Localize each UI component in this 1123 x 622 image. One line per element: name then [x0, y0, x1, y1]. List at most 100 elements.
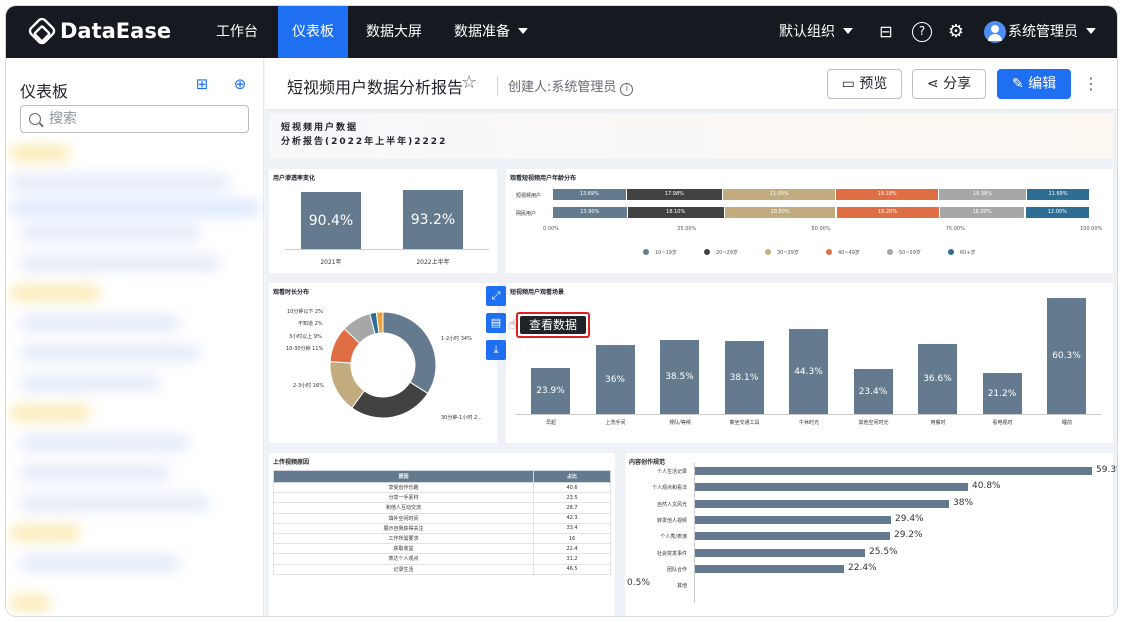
info-icon[interactable]: i — [620, 83, 634, 96]
age-segment: 20.80% — [724, 207, 836, 218]
scene-bar[interactable]: 36% — [595, 345, 635, 414]
content-bar[interactable] — [694, 532, 890, 541]
view-data-icon[interactable]: ▤ — [486, 313, 506, 333]
table-cell: 获取收益 — [272, 543, 535, 555]
content-category: 个人秀/表演 — [660, 534, 687, 541]
scene-bar-label: 44.3% — [794, 366, 823, 377]
search-icon — [29, 113, 41, 125]
reasons-panel[interactable]: 上传视频原因 原因 占比 享受创作乐趣 40.6 分享一手素材 23.5 和他人互动交流 2… — [269, 453, 615, 616]
scene-bar[interactable]: 23.9% — [531, 368, 570, 414]
content-category: 自然人文风光 — [656, 501, 687, 508]
content-value: 38% — [953, 497, 974, 508]
scene-category: 上洗手间 — [605, 420, 626, 426]
scene-bar[interactable]: 36.6% — [918, 344, 957, 414]
scene-bar[interactable]: 23.4% — [853, 369, 893, 414]
donut-slice[interactable] — [382, 311, 437, 395]
scene-bar-label: 36.6% — [923, 374, 952, 384]
age-segment: 19.18% — [836, 189, 939, 200]
download-icon[interactable]: ⤓ — [486, 340, 506, 360]
table-row[interactable]: 工作所需要求 16 — [272, 532, 611, 545]
table-row[interactable]: 表达个人观点 31.2 — [272, 553, 611, 565]
edit-button[interactable]: ✎ 编辑 — [997, 69, 1071, 99]
share-icon: ⋖ — [926, 76, 944, 92]
legend-label: 20~29岁 — [716, 250, 738, 256]
chevron-down-icon — [518, 28, 528, 34]
content-axis — [694, 463, 695, 603]
content-bar[interactable] — [694, 483, 968, 492]
content-bar[interactable] — [694, 467, 1092, 475]
scene-category: 其他空闲时光 — [858, 420, 889, 426]
scene-bar[interactable]: 60.3% — [1047, 298, 1086, 414]
dataease-logo[interactable]: DataEase — [26, 15, 178, 48]
duration-panel[interactable]: 观看时长分布 10分钟以下 2% 不知道 2% 3小时以上 9% 10-30分钟… — [269, 283, 497, 443]
view-data-tooltip: 查看数据 — [516, 312, 590, 338]
table-header[interactable]: 原因 — [272, 470, 535, 483]
table-header[interactable]: 占比 — [533, 470, 611, 483]
scene-panel[interactable]: 短视频用户观看场景 23.9% 早起 36% 上洗手间 38.5% 排队/等候 38.1% 乘… — [506, 283, 1113, 443]
age-segment: 17.98% — [626, 189, 723, 200]
legend-dot — [948, 249, 954, 255]
pie-label: 10-30分钟 11% — [286, 346, 324, 352]
nav-data-screen[interactable]: 数据大屏 — [356, 6, 432, 58]
nav-dashboard[interactable]: 仪表板 — [278, 6, 348, 58]
scene-bar[interactable]: 38.5% — [660, 340, 699, 414]
user-name: 系统管理员 — [1008, 24, 1078, 40]
logo-text: DataEase — [60, 19, 172, 43]
table-row[interactable]: 记录生活 46.5 — [272, 563, 611, 575]
expand-icon[interactable]: ⤢ — [486, 286, 506, 306]
share-button[interactable]: ⋖ 分享 — [912, 69, 986, 99]
tooltip-text: 查看数据 — [520, 316, 586, 334]
age-row-label: 网民用户 — [516, 211, 537, 217]
table-row[interactable]: 填补空闲时间 42.3 — [272, 512, 611, 524]
new-folder-icon[interactable]: ⊞ — [192, 74, 212, 94]
nav-workbench[interactable]: 工作台 — [202, 6, 272, 58]
content-value: 29.4% — [895, 513, 924, 524]
report-header-line2: 分析报告(2022年上半年)2222 — [281, 137, 448, 147]
legend-dot — [643, 249, 649, 255]
scene-axis — [516, 414, 1101, 415]
star-icon[interactable]: ☆ — [461, 72, 477, 93]
table-row[interactable]: 和他人互动交流 28.7 — [272, 502, 611, 514]
org-selector[interactable]: 默认组织 — [776, 6, 856, 58]
content-bar[interactable] — [694, 548, 865, 557]
table-cell: 33.4 — [533, 522, 611, 534]
settings-icon[interactable]: ⚙ — [946, 22, 966, 42]
avatar[interactable] — [984, 21, 1006, 43]
table-cell: 工作所需要求 — [272, 532, 535, 545]
kpi-bar: 90.4% — [301, 192, 361, 250]
table-row[interactable]: 享受创作乐趣 40.6 — [272, 481, 611, 494]
search-box[interactable] — [20, 105, 249, 133]
age-legend-item: 40~49岁 — [826, 249, 860, 256]
scene-bar[interactable]: 38.1% — [724, 341, 764, 414]
age-panel[interactable]: 观看短视频用户年龄分布 短视频用户 13.69% 17.98% 21.00% 19.18… — [506, 169, 1113, 273]
legend-dot — [826, 249, 832, 255]
age-tick: 25.00% — [677, 226, 697, 232]
table-row[interactable]: 展示自我获得关注 33.4 — [272, 522, 611, 534]
search-input[interactable] — [49, 109, 239, 129]
age-legend-item: 50~59岁 — [887, 249, 921, 256]
chart-toolbox: ⤢ ▤ ⤓ — [486, 286, 506, 362]
table-row[interactable]: 获取收益 22.4 — [272, 543, 611, 555]
donut-slice[interactable] — [351, 381, 429, 419]
sidebar: 仪表板 ⊞ ⊕ — [6, 58, 264, 616]
table-row[interactable]: 分享一手素材 23.5 — [272, 492, 611, 504]
nav-data-prep[interactable]: 数据准备 — [446, 6, 536, 58]
table-cell: 46.5 — [533, 563, 611, 575]
scene-category: 用餐时 — [930, 420, 946, 426]
content-bar[interactable] — [694, 564, 844, 573]
more-icon[interactable]: ⋮ — [1083, 74, 1099, 93]
user-menu[interactable]: 系统管理员 — [1008, 6, 1098, 58]
pie-label: 30分钟-1小时 2... — [441, 415, 482, 421]
scene-bar[interactable]: 44.3% — [789, 329, 828, 414]
age-tick: 0.00% — [543, 226, 559, 232]
kpi-panel[interactable]: 用户渗透率变化 90.4% 2021年 93.2% 2022上半年 — [269, 169, 497, 273]
content-bar[interactable] — [694, 515, 891, 524]
new-dashboard-icon[interactable]: ⊕ — [230, 74, 250, 94]
content-panel[interactable]: 内容创作规范 个人生活记录 59.3% 个人观点和看法 40.8% 自然人文风光 38% 转… — [625, 453, 1117, 616]
content-value: 29.2% — [894, 530, 923, 541]
scene-bar[interactable]: 21.2% — [982, 373, 1022, 414]
help-icon[interactable]: ? — [912, 22, 932, 42]
content-bar[interactable] — [694, 499, 949, 508]
toolbox-icon[interactable]: ⊟ — [876, 22, 896, 42]
preview-button[interactable]: ▭ 预览 — [827, 69, 902, 99]
